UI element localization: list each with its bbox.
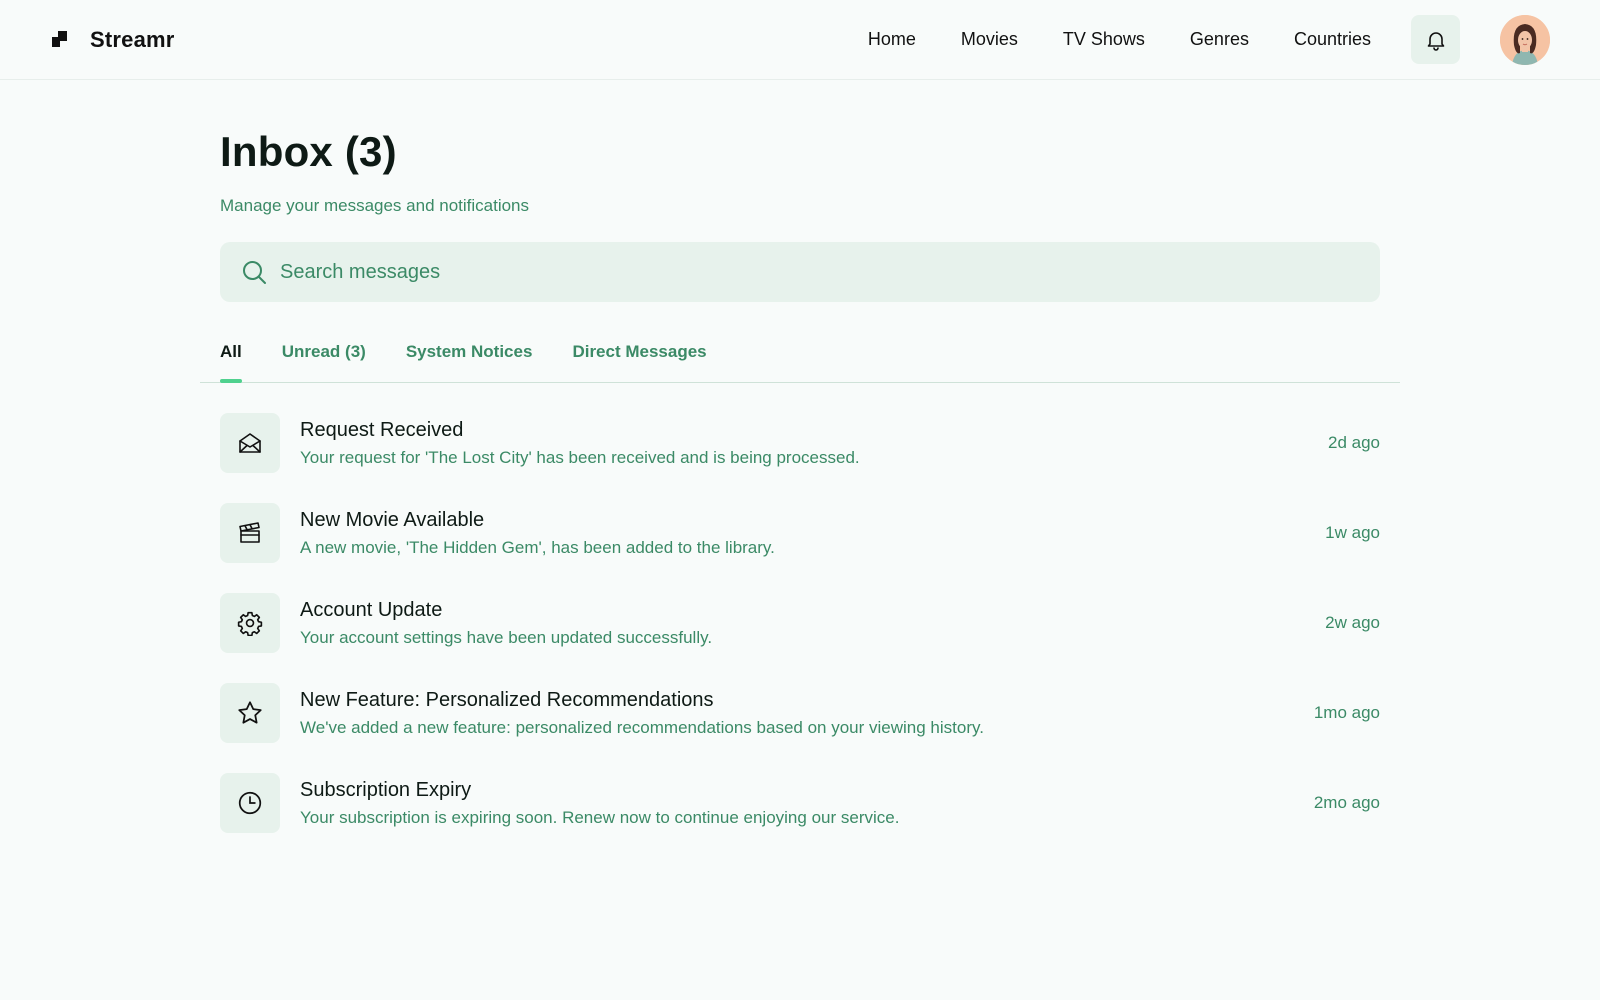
message-description: Your request for 'The Lost City' has bee…: [300, 447, 860, 467]
nav-genres[interactable]: Genres: [1190, 29, 1249, 50]
message-item[interactable]: New Feature: Personalized Recommendation…: [220, 683, 1380, 743]
message-title: Account Update: [300, 598, 443, 621]
clock-icon: [238, 791, 262, 815]
tab-system-notices[interactable]: System Notices: [406, 322, 533, 382]
top-header: Streamr Home Movies TV Shows Genres Coun…: [0, 0, 1600, 80]
star-icon: [238, 701, 262, 724]
message-body: New Feature: Personalized Recommendation…: [300, 689, 1280, 738]
message-icon-tile: [220, 413, 280, 473]
message-time: 2w ago: [1325, 613, 1380, 632]
page-title: Inbox (3): [220, 128, 397, 175]
gear-icon: [237, 611, 263, 636]
inbox-main: Inbox (3) Manage your messages and notif…: [200, 80, 1400, 863]
notifications-button[interactable]: [1411, 15, 1460, 64]
message-item[interactable]: Subscription Expiry Your subscription is…: [220, 773, 1380, 833]
brand-name: Streamr: [90, 26, 175, 52]
message-time: 1w ago: [1325, 523, 1380, 542]
message-body: New Movie Available A new movie, 'The Hi…: [300, 509, 1280, 558]
envelope-open-icon: [239, 433, 261, 453]
message-time: 1mo ago: [1313, 703, 1380, 722]
message-icon-tile: [220, 683, 280, 743]
message-time: 2mo ago: [1313, 793, 1380, 812]
nav-tv-shows[interactable]: TV Shows: [1063, 29, 1145, 50]
search-bar[interactable]: [220, 242, 1380, 302]
tab-direct-messages[interactable]: Direct Messages: [572, 322, 706, 382]
brand-logo-icon: [52, 30, 68, 49]
message-item[interactable]: Request Received Your request for 'The L…: [220, 413, 1380, 473]
message-title: New Movie Available: [300, 508, 485, 531]
brand[interactable]: Streamr: [52, 27, 175, 53]
search-icon: [243, 261, 266, 284]
message-icon-tile: [220, 773, 280, 833]
message-time: 2d ago: [1328, 433, 1380, 452]
user-avatar[interactable]: [1500, 14, 1550, 65]
message-body: Account Update Your account settings hav…: [300, 599, 1280, 648]
nav-home[interactable]: Home: [868, 29, 916, 50]
message-icon-tile: [220, 593, 280, 653]
tab-unread[interactable]: Unread (3): [282, 322, 366, 382]
bell-icon: [1427, 31, 1444, 51]
message-title: New Feature: Personalized Recommendation…: [300, 688, 714, 711]
message-item[interactable]: Account Update Your account settings hav…: [220, 593, 1380, 653]
page-subtitle: Manage your messages and notifications: [220, 196, 530, 215]
message-description: Your subscription is expiring soon. Rene…: [300, 807, 900, 827]
nav-movies[interactable]: Movies: [961, 29, 1018, 50]
message-list: Request Received Your request for 'The L…: [220, 413, 1380, 833]
tabs-bar: All Unread (3) System Notices Direct Mes…: [200, 322, 1400, 383]
tab-all[interactable]: All: [220, 322, 242, 383]
message-description: We've added a new feature: personalized …: [300, 717, 984, 737]
main-nav: Home Movies TV Shows Genres Countries: [868, 29, 1371, 50]
clapperboard-icon: [239, 522, 260, 543]
message-item[interactable]: New Movie Available A new movie, 'The Hi…: [220, 503, 1380, 563]
message-description: Your account settings have been updated …: [300, 627, 713, 647]
message-body: Subscription Expiry Your subscription is…: [300, 779, 1280, 828]
message-icon-tile: [220, 503, 280, 563]
message-title: Request Received: [300, 418, 464, 441]
nav-countries[interactable]: Countries: [1294, 29, 1371, 50]
avatar-portrait: [1500, 14, 1550, 65]
message-description: A new movie, 'The Hidden Gem', has been …: [300, 537, 775, 557]
message-title: Subscription Expiry: [300, 778, 472, 801]
message-body: Request Received Your request for 'The L…: [300, 419, 1280, 468]
search-input[interactable]: [280, 260, 1360, 284]
